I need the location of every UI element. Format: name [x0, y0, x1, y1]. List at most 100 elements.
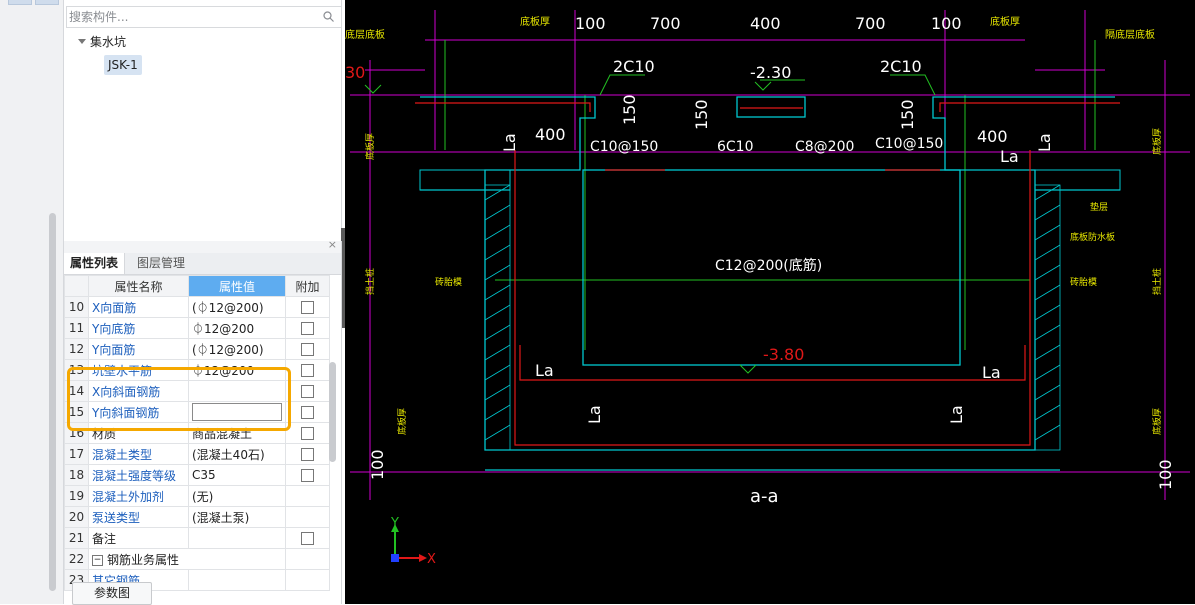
cad-drawing-canvas[interactable]: 底板厚 底板厚 底层底板 隔底层底板 100 700 400 700 100 2… [345, 0, 1195, 604]
property-row[interactable]: 18 混凝土强度等级 C35 [64, 464, 330, 486]
tree-item-jsk-1[interactable]: JSK-1 [104, 55, 142, 75]
label-la-6: La [585, 405, 604, 424]
properties-tabs: 属性列表 图层管理 [64, 253, 341, 275]
close-icon[interactable]: × [328, 238, 337, 251]
search-icon[interactable] [323, 11, 334, 22]
extra-cell [285, 422, 330, 444]
property-value[interactable]: (无) [188, 485, 286, 507]
property-row[interactable]: 15 Y向斜面钢筋 [64, 401, 330, 423]
row-number: 19 [64, 485, 89, 507]
property-value[interactable] [188, 401, 286, 423]
extra-cell [285, 380, 330, 402]
property-row[interactable]: 22− 钢筋业务属性 [64, 548, 330, 570]
label-150-c: 150 [898, 99, 917, 130]
extra-checkbox[interactable] [301, 322, 314, 335]
label-100-left: 100 [368, 449, 387, 480]
note-left-edge: 底层底板 [345, 28, 385, 41]
extra-cell [285, 527, 330, 549]
property-value[interactable]: (混凝土40石) [188, 443, 286, 465]
extra-checkbox[interactable] [301, 406, 314, 419]
caret-down-icon[interactable] [78, 38, 86, 46]
property-row[interactable]: 17 混凝土类型 (混凝土40石) [64, 443, 330, 465]
property-value[interactable]: ⏀12@200 [188, 359, 286, 381]
note-top-left: 底板厚 [520, 15, 550, 28]
extra-checkbox[interactable] [301, 532, 314, 545]
extra-cell [285, 401, 330, 423]
dim-top-2: 700 [650, 14, 681, 33]
header-extra[interactable]: 附加 [285, 275, 330, 297]
note-pile-left: 挡土桩 [364, 268, 376, 295]
property-row[interactable]: 16 材质 商品混凝土 [64, 422, 330, 444]
property-value[interactable] [188, 527, 286, 549]
property-name: X向斜面钢筋 [88, 380, 189, 402]
property-row[interactable]: 20 泵送类型 (混凝土泵) [64, 506, 330, 528]
extra-cell [285, 296, 330, 318]
property-row[interactable]: 19 混凝土外加剂 (无) [64, 485, 330, 507]
left-scrollbar[interactable] [49, 213, 56, 591]
extra-checkbox[interactable] [301, 448, 314, 461]
property-row[interactable]: 21 备注 [64, 527, 330, 549]
row-number: 16 [64, 422, 89, 444]
extra-cell [285, 338, 330, 360]
ucs-axis-icon: Y X [390, 516, 436, 567]
row-number: 14 [64, 380, 89, 402]
label-section-a-a: a-a [750, 486, 779, 507]
label-la-3: La [1000, 147, 1019, 166]
collapse-icon[interactable]: − [92, 554, 103, 566]
property-name: 坑壁水平筋 [88, 359, 189, 381]
note-side-thick-right-2: 底板厚 [1151, 408, 1163, 435]
property-value[interactable]: (混凝土泵) [188, 506, 286, 528]
tab-property-list[interactable]: 属性列表 [64, 253, 126, 274]
tab-layer-management[interactable]: 图层管理 [131, 253, 191, 274]
property-value[interactable]: (⏀12@200) [188, 338, 286, 360]
row-number: 11 [64, 317, 89, 339]
label-c12-200: C12@200(底筋) [715, 257, 822, 274]
extra-cell [285, 548, 330, 570]
parameter-diagram-button[interactable]: 参数图 [72, 582, 152, 605]
row-number: 22 [64, 548, 89, 570]
label-level-bottom: -3.80 [763, 345, 804, 364]
strip-button-2[interactable] [35, 0, 59, 5]
extra-checkbox[interactable] [301, 301, 314, 314]
label-150-a: 150 [620, 94, 639, 125]
property-row[interactable]: 14 X向斜面钢筋 [64, 380, 330, 402]
note-side-thick-left: 底板厚 [364, 133, 376, 160]
property-value[interactable]: 商品混凝土 [188, 422, 286, 444]
extra-checkbox[interactable] [301, 385, 314, 398]
label-level-left: 30 [345, 63, 365, 82]
tree-group-label[interactable]: 集水坑 [90, 33, 126, 50]
extra-cell [285, 569, 330, 591]
row-number: 12 [64, 338, 89, 360]
property-name: Y向底筋 [88, 317, 189, 339]
hatched-walls [484, 184, 1061, 451]
extra-checkbox[interactable] [301, 364, 314, 377]
property-value[interactable]: (⏀12@200) [188, 296, 286, 318]
label-la-4: La [535, 361, 554, 380]
value-edit-field[interactable] [192, 403, 282, 421]
property-row[interactable]: 10 X向面筋 (⏀12@200) [64, 296, 330, 318]
header-number [64, 275, 89, 297]
property-row[interactable]: 13 坑壁水平筋 ⏀12@200 [64, 359, 330, 381]
property-value[interactable]: ⏀12@200 [188, 317, 286, 339]
header-property-value[interactable]: 属性值 [188, 275, 286, 297]
property-name: 泵送类型 [88, 506, 189, 528]
property-value[interactable] [188, 569, 286, 591]
dim-top-1: 100 [575, 14, 606, 33]
axis-y-label: Y [390, 516, 399, 531]
property-row[interactable]: 11 Y向底筋 ⏀12@200 [64, 317, 330, 339]
extra-checkbox[interactable] [301, 469, 314, 482]
properties-scrollbar[interactable] [329, 362, 336, 462]
extra-cell [285, 359, 330, 381]
label-400-left: 400 [535, 125, 566, 144]
label-400-right: 400 [977, 127, 1008, 146]
property-value[interactable]: C35 [188, 464, 286, 486]
extra-checkbox[interactable] [301, 427, 314, 440]
header-property-name[interactable]: 属性名称 [88, 275, 189, 297]
strip-button-1[interactable] [8, 0, 32, 5]
search-box[interactable] [66, 6, 342, 28]
property-row[interactable]: 12 Y向面筋 (⏀12@200) [64, 338, 330, 360]
extra-checkbox[interactable] [301, 343, 314, 356]
label-la-7: La [947, 405, 966, 424]
property-value[interactable] [188, 380, 286, 402]
search-input[interactable] [69, 9, 309, 24]
